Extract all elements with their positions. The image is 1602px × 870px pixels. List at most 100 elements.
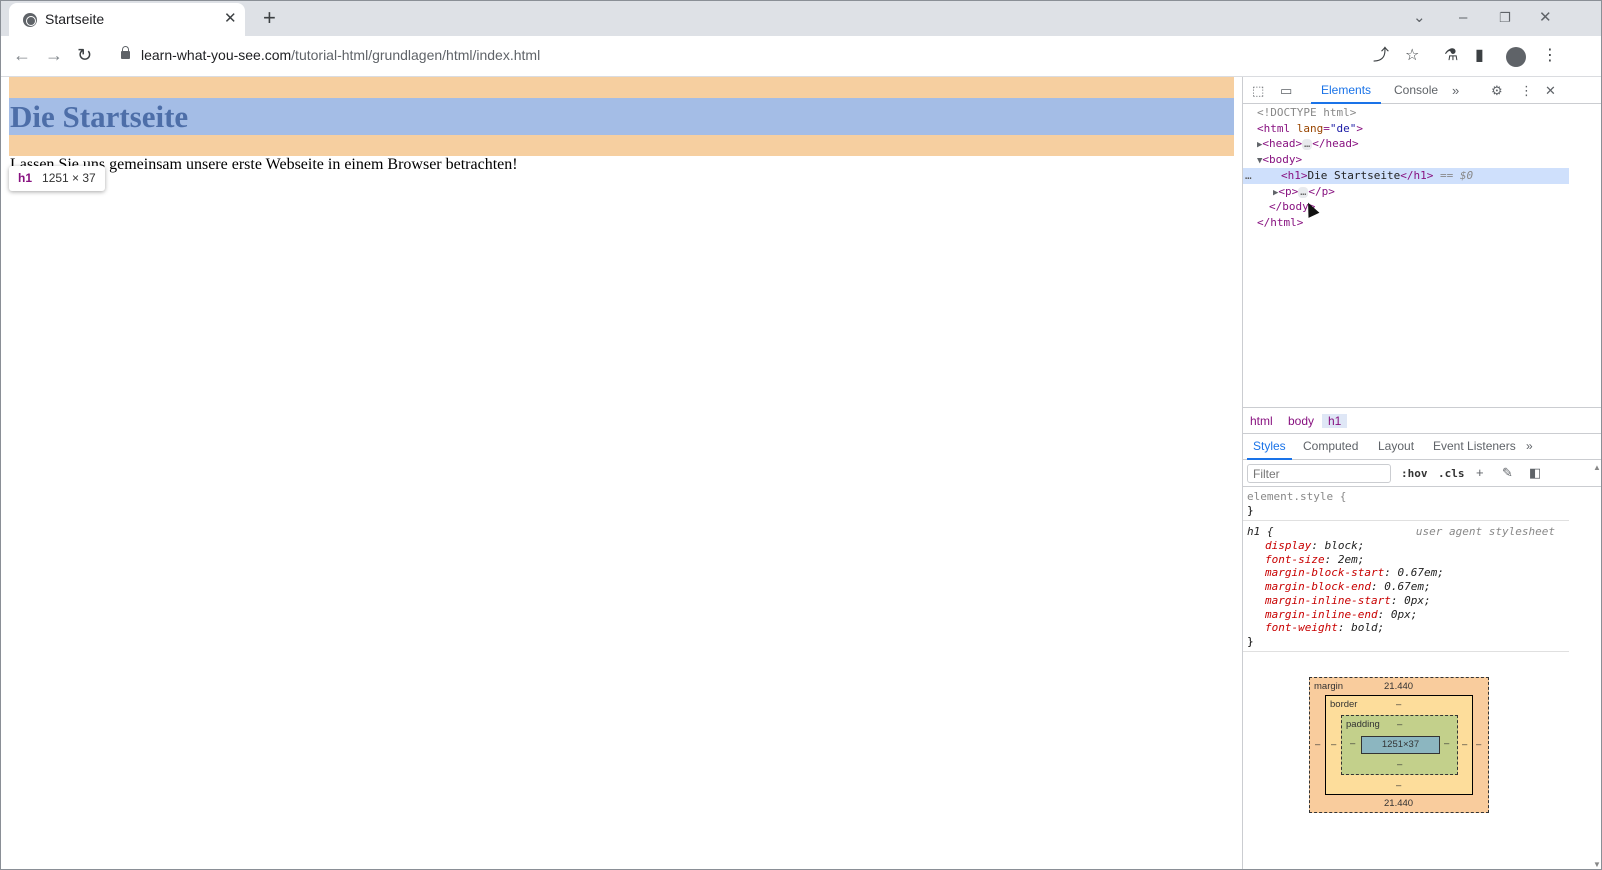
labs-flask-icon[interactable]: ⚗ bbox=[1444, 46, 1458, 66]
scroll-up-icon[interactable]: ▲ bbox=[1593, 463, 1601, 472]
tab-styles[interactable]: Styles bbox=[1247, 439, 1292, 460]
css-property-display[interactable]: display: block; bbox=[1265, 539, 1364, 553]
hov-toggle[interactable]: :hov bbox=[1401, 467, 1428, 481]
page-heading: Die Startseite bbox=[10, 99, 189, 134]
box-border-bottom[interactable]: – bbox=[1396, 780, 1401, 791]
box-model-border[interactable]: border – – – – padding – – – – 1251×37 bbox=[1325, 695, 1473, 795]
close-tab-icon[interactable]: ✕ bbox=[224, 10, 237, 28]
restore-icon[interactable]: ❐ bbox=[1499, 9, 1511, 27]
tooltip-dimensions: 1251 × 37 bbox=[42, 171, 96, 185]
forward-icon[interactable]: → bbox=[45, 45, 63, 65]
css-property-font-size[interactable]: font-size: 2em; bbox=[1265, 553, 1364, 567]
box-border-label: border bbox=[1330, 699, 1358, 710]
browser-tab[interactable]: Startseite ✕ bbox=[9, 3, 245, 36]
paint-brush-icon[interactable]: ✎ bbox=[1502, 465, 1513, 481]
box-margin-top[interactable]: 21.440 bbox=[1384, 681, 1413, 692]
more-tabs-icon[interactable]: » bbox=[1452, 83, 1459, 99]
globe-icon bbox=[23, 13, 37, 27]
row-more-icon[interactable]: … bbox=[1245, 168, 1252, 184]
url-text[interactable]: learn-what-you-see.com/tutorial-html/gru… bbox=[141, 47, 540, 63]
css-property-margin-inline-start[interactable]: margin-inline-start: 0px; bbox=[1265, 594, 1431, 608]
breadcrumb: html body h1 bbox=[1243, 407, 1601, 434]
box-model-content[interactable]: 1251×37 bbox=[1361, 736, 1440, 754]
box-padding-top[interactable]: – bbox=[1397, 719, 1402, 730]
box-model-padding[interactable]: padding – – – – 1251×37 bbox=[1341, 715, 1458, 775]
css-property-margin-inline-end[interactable]: margin-inline-end: 0px; bbox=[1265, 608, 1417, 622]
settings-gear-icon[interactable]: ⚙ bbox=[1491, 83, 1503, 99]
breadcrumb-body[interactable]: body bbox=[1288, 414, 1314, 428]
menu-kebab-icon[interactable]: ⋮ bbox=[1542, 46, 1558, 66]
breadcrumb-html[interactable]: html bbox=[1250, 414, 1273, 428]
box-model-margin[interactable]: margin 21.440 21.440 – – border – – – – … bbox=[1309, 677, 1489, 813]
reload-icon[interactable]: ↻ bbox=[77, 45, 92, 65]
css-property-margin-block-start[interactable]: margin-block-start: 0.67em; bbox=[1265, 566, 1444, 580]
box-border-top[interactable]: – bbox=[1396, 699, 1401, 710]
close-devtools-icon[interactable]: ✕ bbox=[1545, 83, 1556, 99]
h1-rule-selector[interactable]: h1 { bbox=[1247, 525, 1274, 539]
box-margin-bottom[interactable]: 21.440 bbox=[1384, 798, 1413, 809]
tab-title: Startseite bbox=[45, 11, 105, 27]
styles-tabbar: Styles Computed Layout Event Listeners » bbox=[1243, 434, 1601, 460]
styles-filter-bar: :hov .cls + ✎ ◧ bbox=[1243, 461, 1601, 487]
devtools-panel: ⬚ ▭ Elements Console » ⚙ ⋮ ✕ <!DOCTYPE h… bbox=[1242, 77, 1601, 869]
element-style-close: } bbox=[1247, 504, 1254, 517]
side-panel-icon[interactable]: ▮ bbox=[1475, 46, 1484, 66]
devtools-tabbar: ⬚ ▭ Elements Console » ⚙ ⋮ ✕ bbox=[1243, 77, 1601, 104]
browser-window: Startseite ✕ + ⌄ – ❐ ✕ ← → ↻ learn-what-… bbox=[0, 0, 1602, 870]
tab-event-listeners[interactable]: Event Listeners bbox=[1433, 439, 1516, 453]
bookmark-star-icon[interactable]: ☆ bbox=[1405, 46, 1419, 66]
tab-computed[interactable]: Computed bbox=[1303, 439, 1358, 453]
tab-elements[interactable]: Elements bbox=[1310, 83, 1382, 104]
share-icon[interactable]: ⤴ bbox=[1373, 46, 1389, 66]
new-tab-button[interactable]: + bbox=[263, 7, 276, 29]
page-viewport: Die Startseite Lassen Sie uns gemeinsam … bbox=[1, 77, 1241, 869]
box-padding-bottom[interactable]: – bbox=[1397, 759, 1402, 770]
computed-sidebar-icon[interactable]: ◧ bbox=[1529, 465, 1541, 481]
scroll-down-icon[interactable]: ▼ bbox=[1593, 860, 1601, 869]
box-padding-label: padding bbox=[1346, 719, 1380, 730]
profile-avatar-icon[interactable] bbox=[1506, 47, 1526, 67]
h1-rule-close: } bbox=[1247, 634, 1254, 648]
minimize-icon[interactable]: – bbox=[1459, 9, 1467, 27]
tab-console[interactable]: Console bbox=[1394, 83, 1438, 97]
box-padding-right[interactable]: – bbox=[1444, 738, 1449, 749]
url-path: /tutorial-html/grundlagen/html/index.htm… bbox=[291, 47, 541, 63]
dom-h1-node[interactable]: <h1>Die Startseite</h1> == $0 bbox=[1281, 168, 1473, 184]
back-icon[interactable]: ← bbox=[13, 45, 31, 65]
h1-content-highlight bbox=[9, 98, 1234, 135]
box-margin-label: margin bbox=[1314, 681, 1344, 692]
box-margin-left[interactable]: – bbox=[1315, 739, 1320, 750]
cls-toggle[interactable]: .cls bbox=[1438, 467, 1465, 481]
styles-scrollbar[interactable]: ▲ ▼ bbox=[1592, 461, 1601, 869]
dom-doctype[interactable]: <!DOCTYPE html> bbox=[1257, 105, 1356, 121]
more-style-tabs-icon[interactable]: » bbox=[1526, 439, 1533, 453]
rule-divider bbox=[1243, 520, 1569, 521]
tab-search-icon[interactable]: ⌄ bbox=[1413, 9, 1426, 27]
rule-divider bbox=[1243, 651, 1569, 652]
box-padding-left[interactable]: – bbox=[1350, 738, 1355, 749]
css-property-font-weight[interactable]: font-weight: bold; bbox=[1265, 621, 1384, 635]
tab-layout[interactable]: Layout bbox=[1378, 439, 1414, 453]
url-host: learn-what-you-see.com bbox=[141, 47, 292, 63]
device-toolbar-icon[interactable]: ▭ bbox=[1280, 83, 1292, 99]
tab-strip: Startseite ✕ + ⌄ – ❐ ✕ bbox=[1, 1, 1601, 36]
user-agent-label: user agent stylesheet bbox=[1415, 525, 1555, 538]
lock-icon[interactable] bbox=[121, 46, 130, 59]
inspect-tooltip: h1 1251 × 37 bbox=[9, 166, 105, 191]
element-style-rule[interactable]: element.style { bbox=[1247, 490, 1346, 504]
close-window-icon[interactable]: ✕ bbox=[1539, 9, 1552, 27]
box-margin-right[interactable]: – bbox=[1476, 739, 1481, 750]
styles-filter-input[interactable] bbox=[1247, 464, 1391, 483]
inspect-element-icon[interactable]: ⬚ bbox=[1252, 83, 1264, 99]
browser-toolbar: ← → ↻ learn-what-you-see.com/tutorial-ht… bbox=[1, 36, 1601, 77]
css-property-margin-block-end[interactable]: margin-block-end: 0.67em; bbox=[1265, 580, 1431, 594]
box-border-left[interactable]: – bbox=[1331, 739, 1336, 750]
address-bar[interactable]: learn-what-you-see.com/tutorial-html/gru… bbox=[109, 40, 1469, 72]
dom-html-node[interactable]: <html lang="de"> bbox=[1257, 121, 1363, 137]
devtools-menu-icon[interactable]: ⋮ bbox=[1520, 83, 1533, 99]
box-border-right[interactable]: – bbox=[1462, 739, 1467, 750]
dom-html-close[interactable]: </html> bbox=[1257, 215, 1303, 231]
breadcrumb-h1[interactable]: h1 bbox=[1322, 414, 1348, 428]
new-rule-plus-icon[interactable]: + bbox=[1476, 465, 1484, 481]
tooltip-tag: h1 bbox=[18, 171, 33, 185]
